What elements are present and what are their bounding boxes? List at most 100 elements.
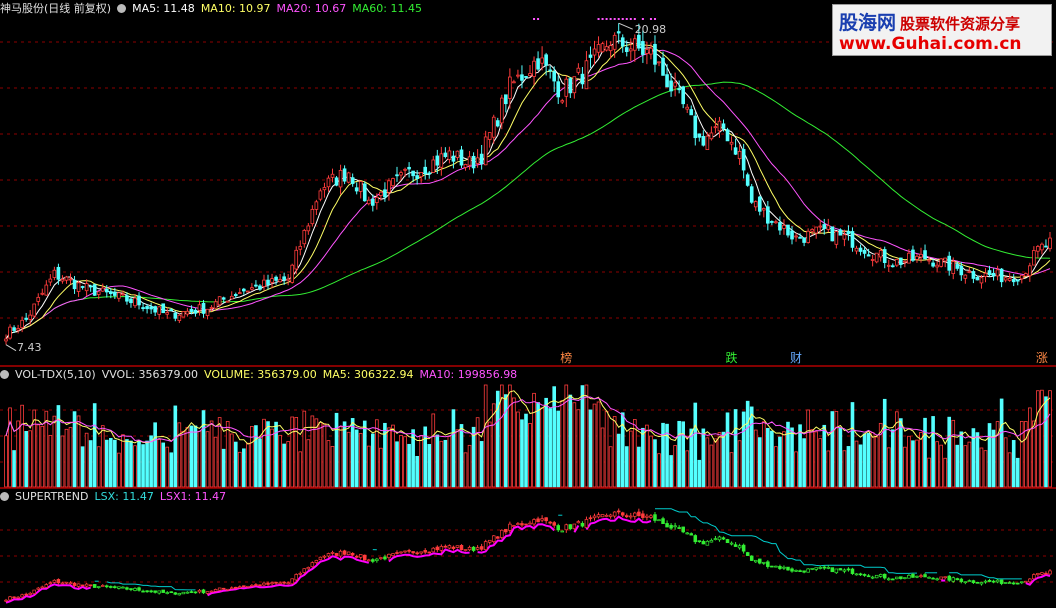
st-body [971, 580, 976, 583]
volume-bar [890, 429, 895, 488]
st-body [806, 568, 810, 573]
volume-bar [403, 436, 407, 488]
st-body [68, 582, 73, 585]
settings-dot-icon[interactable] [0, 492, 9, 501]
st-body [479, 546, 484, 550]
st-body [467, 546, 472, 551]
candle-body [411, 170, 415, 177]
st-body [544, 517, 548, 522]
candle-body [987, 270, 992, 276]
st-body [689, 533, 694, 536]
candle-body [185, 310, 190, 315]
st-body [262, 582, 266, 586]
st-body [733, 544, 738, 547]
ma10-readout: MA10: 10.97 [200, 2, 271, 15]
candle-body [491, 116, 496, 138]
candle-body [810, 229, 814, 232]
st-body [193, 591, 198, 594]
candle-body [28, 314, 33, 320]
low-pointer [5, 344, 17, 352]
volume-bar [193, 425, 198, 488]
st-body [100, 585, 105, 587]
volume-bar [725, 412, 730, 488]
candle-body [141, 307, 145, 310]
candle-body [92, 284, 97, 296]
st-body [435, 546, 440, 551]
st-body [270, 582, 274, 585]
volume-bar [197, 430, 202, 488]
volume-bar [84, 432, 89, 488]
volume-bar [278, 434, 282, 488]
st-body [915, 575, 919, 578]
st-body [564, 524, 569, 531]
volume-bar [649, 435, 653, 488]
candle-body [645, 49, 649, 54]
volume-bar [40, 425, 45, 488]
lsx1-readout: LSX1: 11.47 [159, 490, 227, 503]
st-body [72, 582, 77, 586]
volume-bar [113, 439, 117, 488]
candle-body [177, 314, 182, 321]
candle-body [661, 57, 665, 76]
st-body [439, 546, 444, 551]
candle-body [991, 272, 996, 277]
ma60-line [5, 81, 1051, 340]
st-body [28, 592, 32, 595]
candle-body [963, 274, 968, 279]
settings-dot-icon[interactable] [0, 370, 9, 379]
st-body [1048, 570, 1052, 575]
volume-bar [306, 439, 311, 488]
st-body [681, 526, 685, 533]
st-body [612, 511, 617, 517]
st-body [939, 576, 943, 580]
candle-body [310, 208, 315, 225]
candle-body [907, 252, 911, 264]
st-body [1011, 582, 1016, 585]
volume-bar [88, 440, 93, 488]
st-body [987, 580, 992, 582]
settings-dot-icon[interactable] [117, 4, 127, 13]
candle-body [423, 166, 428, 175]
candle-body [612, 34, 617, 50]
st-body [411, 551, 415, 554]
signal-dot [613, 18, 616, 20]
st-body [157, 590, 161, 594]
candle-body [1048, 237, 1052, 250]
candle-body [455, 150, 460, 158]
st-body [161, 589, 165, 593]
candle-body [246, 290, 250, 293]
st-body [451, 546, 456, 549]
volume-bar [1036, 390, 1040, 488]
candle-body [266, 279, 270, 285]
st-body [137, 587, 141, 591]
candle-body [814, 226, 819, 234]
signal-dot [641, 18, 644, 20]
volume-bar [947, 416, 952, 488]
st-body [983, 580, 988, 583]
volume-bar [786, 421, 790, 488]
st-body [955, 578, 960, 581]
volume-bar [842, 450, 847, 488]
volume-bar [637, 446, 641, 488]
volume-bar [524, 413, 528, 488]
candle-body [52, 269, 57, 278]
st-body [201, 589, 206, 594]
volume-bar [979, 447, 984, 488]
volume-bar [697, 459, 702, 488]
candle-body [806, 230, 810, 243]
st-body [40, 586, 45, 589]
candle-body [721, 123, 726, 129]
st-body [528, 522, 532, 525]
candle-body [544, 54, 548, 66]
candle-body [564, 78, 569, 97]
volume-bar [346, 431, 351, 488]
volume-bar [419, 434, 423, 488]
candle-body [947, 255, 952, 271]
st-body [661, 518, 665, 525]
candle-body [786, 224, 790, 236]
candle-body [677, 88, 681, 91]
volume-bar [1044, 396, 1048, 488]
st-body [717, 536, 722, 541]
candle-body [161, 303, 166, 314]
volume-bar [705, 437, 710, 488]
